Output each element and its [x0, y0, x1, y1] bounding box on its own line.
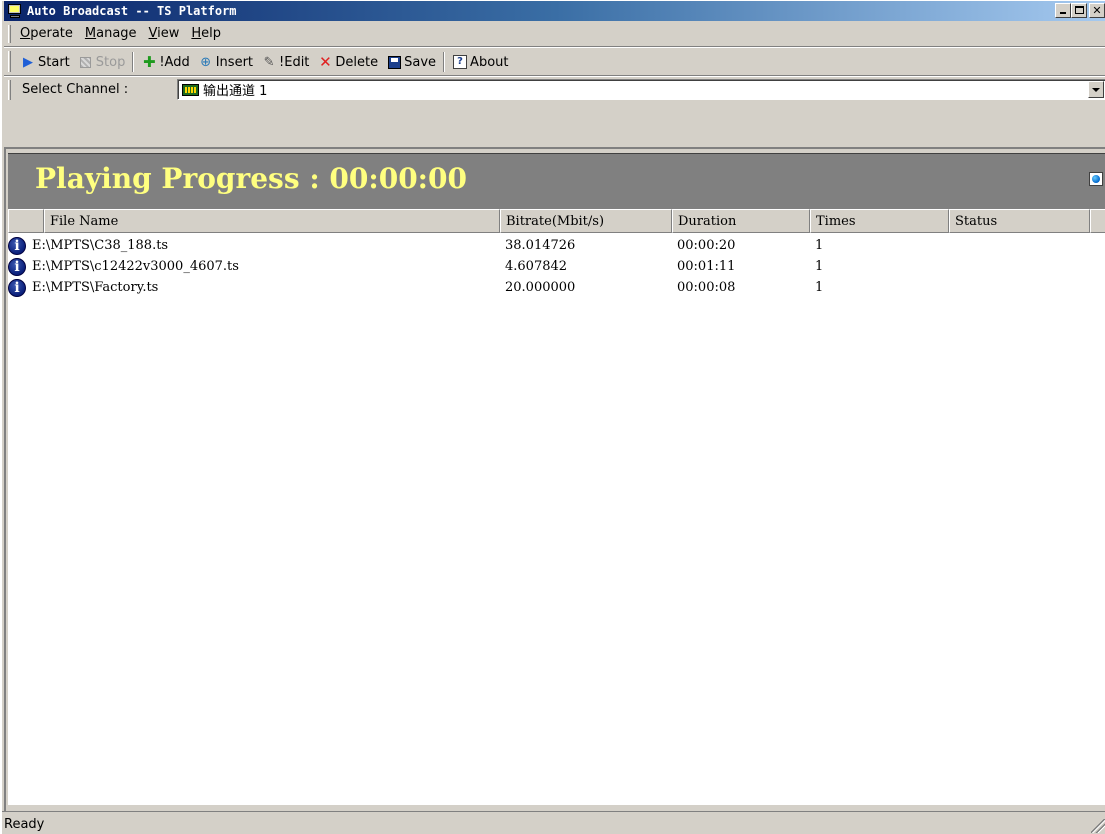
column-header-bitrate[interactable]: Bitrate(Mbit/s) [500, 209, 672, 233]
cell-file-name: E:\MPTS\C38_188.ts [32, 238, 169, 253]
list-item[interactable]: i E:\MPTS\Factory.ts 20.000000 00:00:08 … [8, 277, 1105, 298]
play-icon: ▶ [23, 54, 33, 70]
channelbar-grip[interactable] [8, 80, 11, 100]
minimize-icon [1060, 12, 1066, 14]
stop-button[interactable]: Stop [74, 52, 130, 72]
progress-toggle-icon[interactable] [1089, 172, 1103, 186]
info-icon: i [8, 278, 26, 297]
insert-icon: ⊕ [200, 54, 212, 70]
close-button[interactable]: ✕ [1089, 3, 1105, 18]
status-bar: Ready [2, 811, 1105, 834]
delete-x-icon: ✕ [319, 52, 332, 71]
playing-progress-label: Playing Progress : 00:00:00 [35, 162, 467, 195]
maximize-button[interactable] [1071, 3, 1087, 18]
add-plus-icon: ✚ [143, 52, 156, 71]
column-header-times[interactable]: Times [810, 209, 949, 233]
progress-panel: Playing Progress : 00:00:00 [8, 153, 1105, 209]
cell-bitrate: 38.014726 [505, 238, 576, 253]
edit-button[interactable]: ✎ !Edit [257, 52, 313, 72]
column-header-icon[interactable] [8, 209, 44, 233]
start-button[interactable]: ▶ Start [16, 52, 74, 72]
add-button[interactable]: ✚ !Add [137, 52, 193, 72]
column-header-filler [1090, 209, 1105, 233]
cell-times: 1 [815, 280, 824, 295]
list-header: File Name Bitrate(Mbit/s) Duration Times… [8, 209, 1105, 233]
about-button[interactable]: ? About [448, 52, 512, 72]
floppy-disk-icon [386, 54, 402, 70]
toolbar-separator [132, 52, 135, 72]
pencil-icon: ✎ [263, 54, 275, 70]
title-bar[interactable]: Auto Broadcast -- TS Platform ✕ [4, 1, 1105, 21]
maximize-icon [1075, 6, 1084, 14]
channel-bar: Select Channel : 输出通道 1 [4, 77, 1105, 103]
menu-manage[interactable]: Manage [79, 26, 143, 41]
menu-bar: Operate Manage View Help [4, 22, 1105, 46]
app-window: Auto Broadcast -- TS Platform ✕ Operate … [0, 0, 1105, 834]
cell-duration: 00:00:20 [677, 238, 736, 253]
stop-icon [78, 54, 94, 70]
close-icon: ✕ [1092, 4, 1102, 17]
app-monitor-icon [7, 3, 23, 19]
status-text: Ready [4, 817, 45, 832]
help-question-icon: ? [452, 54, 468, 70]
minimize-button[interactable] [1055, 3, 1071, 18]
cell-times: 1 [815, 238, 824, 253]
cell-duration: 00:00:08 [677, 280, 736, 295]
menu-operate[interactable]: Operate [14, 26, 79, 41]
info-icon: i [8, 236, 26, 255]
menu-help[interactable]: Help [185, 26, 227, 41]
window-title: Auto Broadcast -- TS Platform [27, 4, 237, 18]
chevron-down-icon[interactable] [1088, 81, 1104, 98]
column-header-file-name[interactable]: File Name [44, 209, 500, 233]
delete-button[interactable]: ✕ Delete [313, 52, 382, 72]
toolbar-grip[interactable] [8, 51, 11, 72]
cell-bitrate: 4.607842 [505, 259, 568, 274]
insert-button[interactable]: ⊕ Insert [194, 52, 257, 72]
cell-bitrate: 20.000000 [505, 280, 576, 295]
list-item[interactable]: i E:\MPTS\C38_188.ts 38.014726 00:00:20 … [8, 235, 1105, 256]
channel-dropdown[interactable]: 输出通道 1 [177, 79, 1105, 100]
output-card-icon [182, 83, 199, 96]
toolbar: ▶ Start Stop ✚ !Add ⊕ Insert ✎ !Edit ✕ D… [4, 48, 1105, 75]
cell-file-name: E:\MPTS\Factory.ts [32, 280, 159, 295]
resize-grip-icon[interactable] [1091, 819, 1105, 833]
info-icon: i [8, 257, 26, 276]
cell-duration: 00:01:11 [677, 259, 736, 274]
menu-view[interactable]: View [143, 26, 186, 41]
menubar-grip[interactable] [8, 25, 11, 43]
column-header-status[interactable]: Status [949, 209, 1090, 233]
toolbar-separator [443, 52, 446, 72]
cell-times: 1 [815, 259, 824, 274]
cell-file-name: E:\MPTS\c12422v3000_4607.ts [32, 259, 239, 274]
save-button[interactable]: Save [382, 52, 440, 72]
channel-selected-value: 输出通道 1 [203, 84, 268, 99]
column-header-duration[interactable]: Duration [672, 209, 810, 233]
list-body: i E:\MPTS\C38_188.ts 38.014726 00:00:20 … [8, 235, 1105, 298]
channel-label: Select Channel : [22, 82, 129, 97]
list-item[interactable]: i E:\MPTS\c12422v3000_4607.ts 4.607842 0… [8, 256, 1105, 277]
file-list: File Name Bitrate(Mbit/s) Duration Times… [8, 209, 1105, 805]
